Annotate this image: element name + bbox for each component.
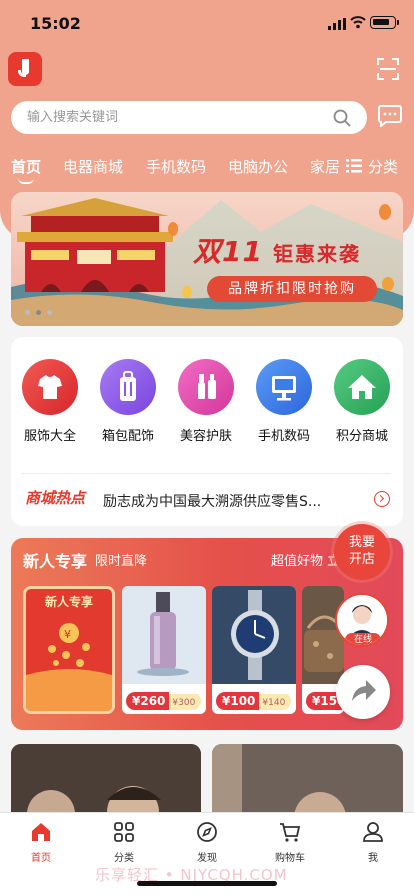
luggage-icon — [120, 371, 136, 401]
quick-link-label: 服饰大全 — [23, 429, 76, 444]
price-original: ¥140 — [259, 694, 292, 710]
tshirt-icon — [38, 375, 62, 399]
quick-link-label: 箱包配饰 — [101, 429, 154, 444]
feed-image[interactable] — [212, 744, 403, 814]
online-label: 在线 — [345, 633, 381, 645]
product-price: ¥260 ¥300 — [126, 692, 202, 710]
category-button[interactable]: 分类 — [346, 150, 410, 180]
banner-title: 双11 — [193, 235, 263, 268]
quick-link-label: 手机数码 — [257, 429, 310, 444]
tabbar-label: 我 — [368, 853, 378, 864]
carousel-dot — [47, 310, 52, 315]
cart-icon — [280, 823, 301, 842]
category-tabs: 首页 电器商城 手机数码 电脑办公 家居 — [0, 150, 340, 186]
grid-icon — [114, 822, 134, 842]
tabbar-cart[interactable]: 购物车 — [260, 821, 320, 865]
quick-link-label: 积分商城 — [335, 429, 388, 444]
status-bar: 15:02 — [0, 0, 414, 48]
status-time: 15:02 — [30, 14, 81, 33]
tabbar-home[interactable]: 首页 — [11, 821, 71, 865]
online-service-button[interactable]: 在线 — [335, 593, 389, 647]
user-icon — [363, 822, 383, 842]
open-store-label-1: 我要 — [348, 535, 375, 550]
battery-icon — [370, 16, 399, 29]
tabbar-label: 发现 — [197, 853, 217, 864]
compass-icon — [197, 822, 217, 842]
price-current: ¥100 — [216, 692, 260, 710]
tab-appliances[interactable]: 电器商城 — [63, 156, 123, 177]
home-icon — [32, 823, 50, 841]
quick-link-digital[interactable] — [256, 359, 312, 415]
feed-photo — [212, 744, 403, 814]
quick-link-label: 美容护肤 — [179, 429, 232, 444]
tabbar-me[interactable]: 我 — [343, 821, 403, 865]
price-current: ¥260 — [126, 692, 170, 710]
newbie-title: 新人专享 — [23, 552, 88, 571]
cosmetics-icon — [198, 374, 216, 399]
chevron-right-icon[interactable] — [374, 491, 390, 507]
share-icon — [352, 680, 376, 701]
category-button-label: 分类 — [368, 158, 399, 176]
hot-news-text[interactable]: 励志成为中国最大溯源供应零售S... — [103, 491, 353, 511]
search-input[interactable] — [27, 101, 327, 134]
feed-photo — [11, 744, 201, 814]
open-store-button[interactable]: 我要 开店 — [334, 524, 390, 580]
newbie-subtitle: 限时直降 — [95, 554, 148, 569]
scan-icon[interactable] — [376, 57, 400, 81]
quick-link-points[interactable] — [334, 359, 390, 415]
newbie-more-link[interactable]: 超值好物 立 — [271, 550, 340, 569]
banner-pill: 品牌折扣限时抢购 — [207, 276, 377, 302]
quick-link-clothing[interactable] — [22, 359, 78, 415]
message-icon[interactable] — [377, 105, 403, 127]
carousel-dot — [25, 310, 30, 315]
newbie-redpacket[interactable]: 新人专享 ¥ — [23, 586, 115, 714]
svg-text:¥: ¥ — [64, 628, 71, 641]
product-image — [122, 586, 206, 684]
monitor-icon — [272, 376, 296, 401]
quick-link-bags[interactable] — [100, 359, 156, 415]
search-bar[interactable] — [11, 101, 367, 134]
signal-icon — [328, 18, 346, 30]
tab-indicator — [18, 178, 34, 184]
tabbar-label: 分类 — [114, 853, 134, 864]
tab-home-living[interactable]: 家居 — [310, 156, 340, 177]
open-store-label-2: 开店 — [348, 552, 375, 567]
share-button[interactable] — [336, 665, 390, 719]
quick-link-beauty[interactable] — [178, 359, 234, 415]
redpacket-art: ¥ — [26, 623, 112, 711]
app-logo[interactable] — [8, 52, 42, 86]
tabbar-discover[interactable]: 发现 — [177, 821, 237, 865]
home-indicator — [137, 881, 277, 886]
tab-home[interactable]: 首页 — [11, 156, 41, 177]
tab-computers[interactable]: 电脑办公 — [228, 156, 288, 177]
tabbar-label: 首页 — [31, 853, 51, 864]
divider — [21, 473, 391, 474]
price-original: ¥300 — [169, 694, 202, 710]
quick-links-card: 服饰大全 箱包配饰 美容护肤 手机数码 积分商城 商城热点 励志成为中国最大溯源… — [11, 337, 403, 526]
feed-image[interactable] — [11, 744, 201, 814]
product-price: ¥100 ¥140 — [216, 692, 292, 710]
carousel-dot-active — [36, 310, 41, 315]
tab-phones[interactable]: 手机数码 — [146, 156, 206, 177]
tabbar-category[interactable]: 分类 — [94, 821, 154, 865]
tabbar-label: 购物车 — [275, 853, 305, 864]
home-icon — [348, 375, 376, 399]
promo-banner[interactable]: 双11 钜惠来袭 品牌折扣限时抢购 — [11, 192, 403, 326]
product-card[interactable]: ¥260 ¥300 — [122, 586, 206, 714]
wifi-icon — [350, 16, 366, 29]
product-image — [212, 586, 296, 684]
search-icon[interactable] — [333, 109, 351, 127]
hot-news-badge: 商城热点 — [25, 489, 86, 507]
banner-subtitle: 钜惠来袭 — [273, 242, 361, 266]
list-icon — [346, 159, 362, 173]
product-card[interactable]: ¥100 ¥140 — [212, 586, 296, 714]
